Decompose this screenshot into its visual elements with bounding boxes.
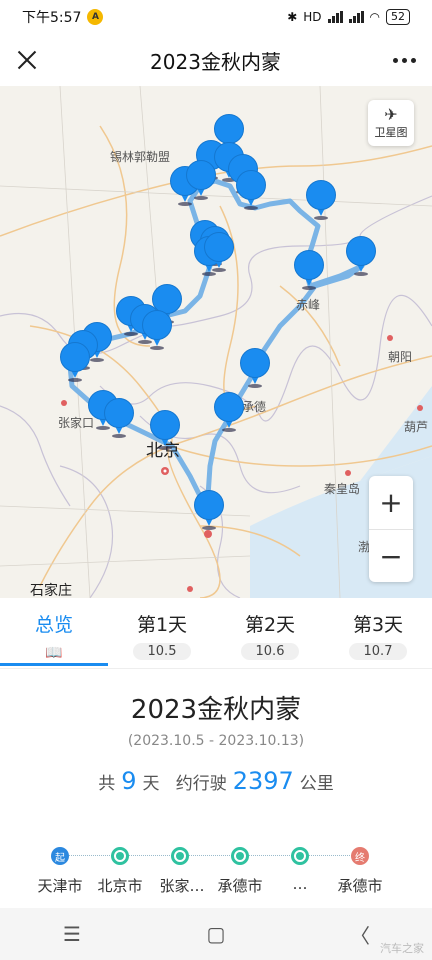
distance-prefix: 约行驶 bbox=[175, 774, 227, 794]
route-stop-marker bbox=[291, 847, 309, 865]
route-stop-marker bbox=[171, 847, 189, 865]
menu-icon[interactable]: ☰ bbox=[42, 922, 102, 946]
map-label-chifeng: 赤峰 bbox=[296, 298, 321, 312]
status-bar: 下午5:57 A ✱ HD ◠ 52 bbox=[0, 0, 432, 34]
route-stop-name[interactable]: 张家… bbox=[159, 875, 204, 896]
signal-icon-2 bbox=[348, 11, 364, 23]
more-options-icon[interactable] bbox=[393, 57, 416, 63]
map-pin[interactable] bbox=[240, 348, 270, 388]
map-pin[interactable] bbox=[306, 180, 336, 220]
map-pin[interactable] bbox=[214, 392, 244, 432]
route-stop-name[interactable]: … bbox=[293, 875, 308, 893]
route-stop-name[interactable]: 北京市 bbox=[97, 875, 142, 896]
tab-date: 10.7 bbox=[348, 643, 408, 660]
route-stop-marker bbox=[231, 847, 249, 865]
home-icon[interactable]: ▢ bbox=[186, 922, 246, 946]
map-pin[interactable] bbox=[204, 232, 234, 272]
system-nav-bar: ☰ ▢ 〈 汽车之家 bbox=[0, 908, 432, 960]
zoom-in-button[interactable]: + bbox=[369, 476, 413, 529]
signal-icon bbox=[327, 11, 343, 23]
route-stop-name[interactable]: 承德市 bbox=[337, 875, 382, 896]
satellite-icon: ✈ bbox=[384, 105, 398, 124]
tab-date: 10.6 bbox=[240, 643, 300, 660]
page-title: 2023金秋内蒙 bbox=[150, 49, 281, 74]
route-stop-name[interactable]: 承德市 bbox=[217, 875, 262, 896]
tab-date: 10.5 bbox=[132, 643, 192, 660]
days-prefix: 共 bbox=[98, 774, 116, 794]
close-icon[interactable] bbox=[16, 49, 38, 71]
map-label-chaoyang: 朝阳 bbox=[388, 350, 413, 364]
status-time: 下午5:57 bbox=[22, 10, 82, 26]
trip-distance: 2397 bbox=[232, 767, 294, 795]
distance-unit: 公里 bbox=[299, 774, 334, 794]
route-start-marker: 起 bbox=[51, 847, 69, 865]
tab-day-3[interactable]: 第3天 10.7 bbox=[324, 598, 432, 668]
route-stop-name[interactable]: 天津市 bbox=[37, 875, 82, 896]
satellite-label: 卫星图 bbox=[374, 126, 408, 139]
trip-date-range: (2023.10.5 - 2023.10.13) bbox=[127, 733, 305, 749]
day-tabs: 总览 📖 第1天 10.5 第2天 10.6 第3天 10.7 bbox=[0, 598, 432, 668]
route-timeline bbox=[60, 855, 360, 856]
map-label-xilin: 锡林郭勒盟 bbox=[110, 150, 171, 164]
map-pin[interactable] bbox=[104, 398, 134, 438]
app-notification-icon: A bbox=[87, 9, 104, 25]
tab-label: 第3天 bbox=[352, 614, 404, 636]
map-pin[interactable] bbox=[194, 490, 224, 530]
bluetooth-icon: ✱ bbox=[287, 10, 298, 24]
book-icon: 📖 bbox=[45, 645, 63, 661]
route-end-marker: 终 bbox=[351, 847, 369, 865]
map-pin[interactable] bbox=[150, 410, 180, 450]
nav-bar: 2023金秋内蒙 bbox=[0, 34, 432, 86]
tab-label: 第2天 bbox=[244, 614, 296, 636]
trip-summary: 2023金秋内蒙 (2023.10.5 - 2023.10.13) 共9天 约行… bbox=[0, 668, 432, 908]
wifi-icon: ◠ bbox=[369, 10, 380, 24]
map-pin[interactable] bbox=[60, 342, 90, 382]
trip-days: 9 bbox=[121, 767, 137, 795]
satellite-toggle-button[interactable]: ✈ 卫星图 bbox=[368, 100, 414, 146]
map-pin[interactable] bbox=[142, 310, 172, 350]
map-label-shijiazhuang: 石家庄 bbox=[30, 583, 72, 598]
tab-label: 第1天 bbox=[136, 614, 188, 636]
zoom-controls: + − bbox=[369, 476, 413, 582]
watermark: 汽车之家 bbox=[380, 942, 424, 955]
map-pin[interactable] bbox=[294, 250, 324, 290]
map-pin[interactable] bbox=[236, 170, 266, 210]
network-type-label: HD bbox=[303, 10, 322, 24]
tab-label: 总览 bbox=[34, 614, 73, 636]
tab-overview[interactable]: 总览 📖 bbox=[0, 598, 108, 668]
trip-stats: 共9天 约行驶 2397 公里 bbox=[0, 767, 432, 795]
trip-title: 2023金秋内蒙 bbox=[130, 695, 302, 725]
zoom-out-button[interactable]: − bbox=[369, 529, 413, 582]
tab-day-1[interactable]: 第1天 10.5 bbox=[108, 598, 216, 668]
route-map[interactable]: 锡林郭勒盟 赤峰 朝阳 张家口 承德 北京 秦皇岛 葫芦 石家庄 渤 ✈ 卫星图… bbox=[0, 86, 432, 598]
tab-day-2[interactable]: 第2天 10.6 bbox=[216, 598, 324, 668]
battery-icon: 52 bbox=[386, 9, 410, 25]
map-label-huludao: 葫芦 bbox=[404, 420, 429, 434]
route-stop-marker bbox=[111, 847, 129, 865]
map-label-qinhuangdao: 秦皇岛 bbox=[324, 482, 361, 496]
map-pin[interactable] bbox=[346, 236, 376, 276]
map-label-chengde: 承德 bbox=[242, 400, 267, 414]
days-suffix: 天 bbox=[142, 774, 160, 794]
map-pin[interactable] bbox=[186, 160, 216, 200]
